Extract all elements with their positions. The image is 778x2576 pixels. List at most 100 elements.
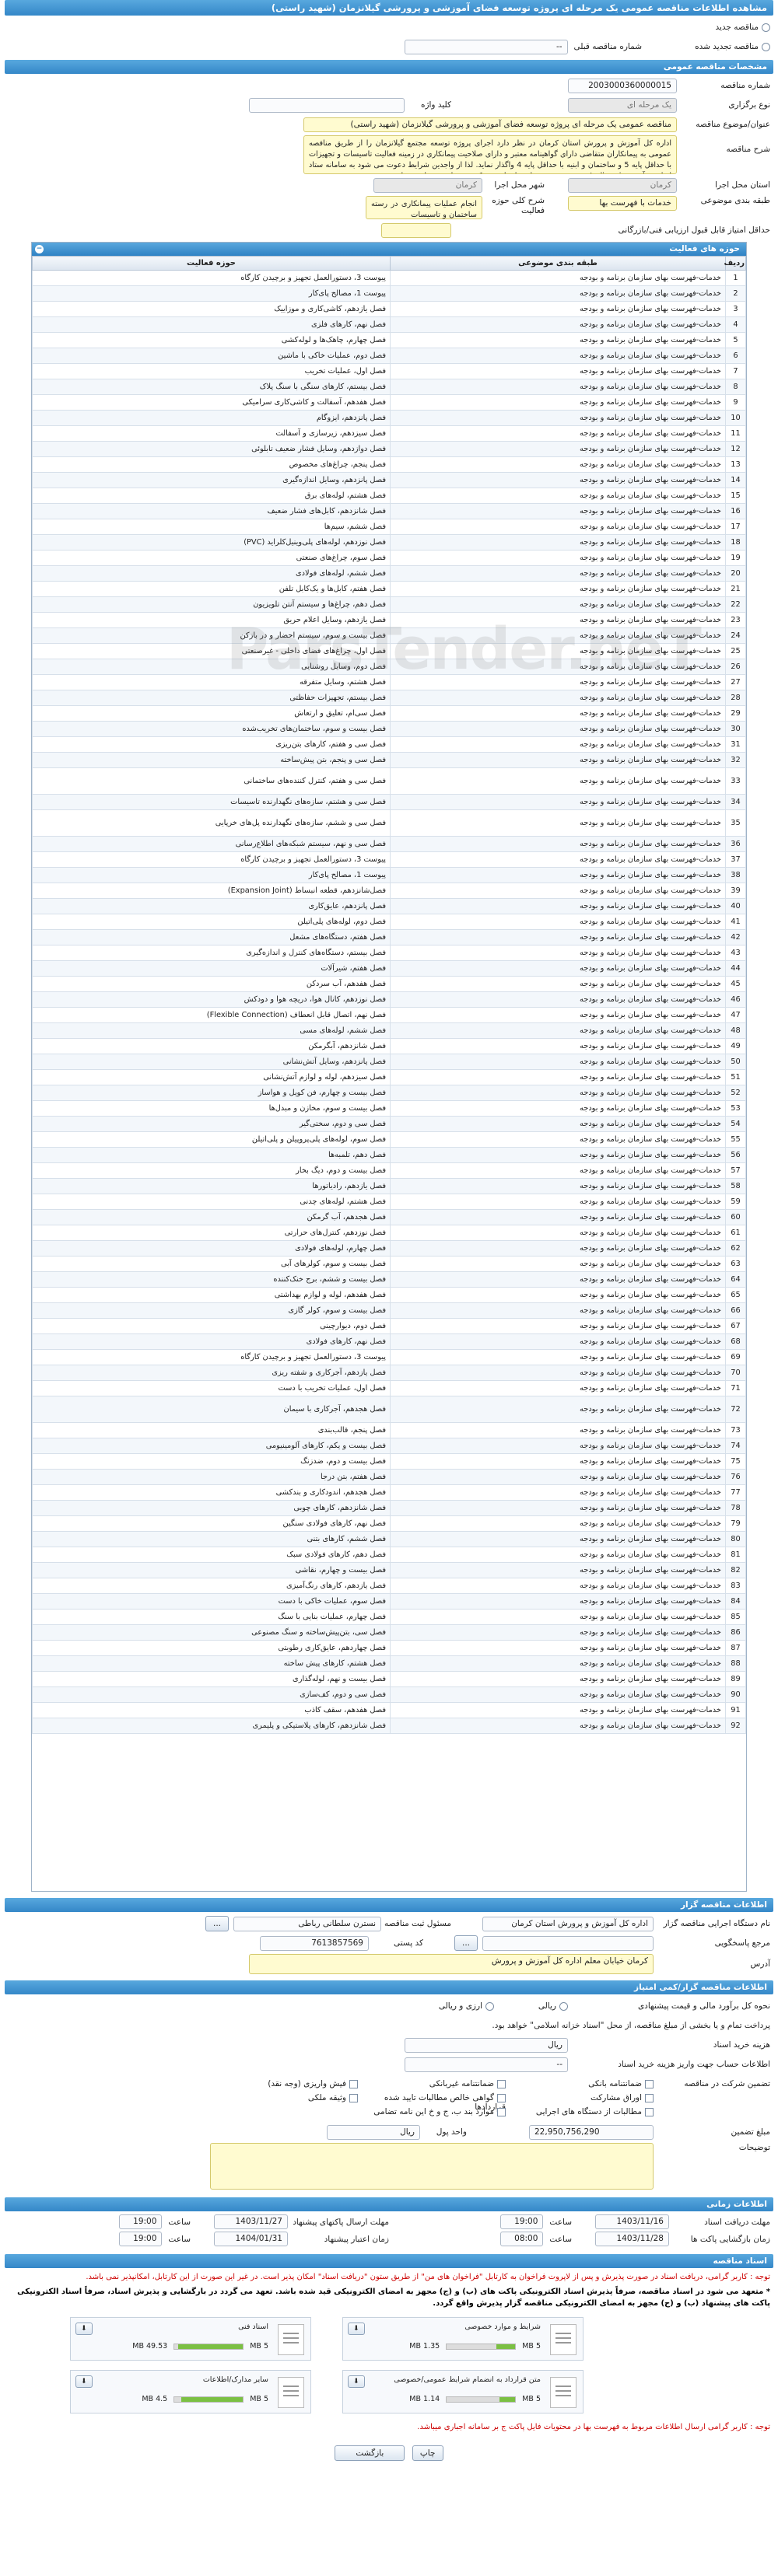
- table-row: 40 خدمات-فهرست بهای سازمان برنامه و بودجه…: [32, 898, 746, 914]
- pay-method-select[interactable]: --: [405, 2057, 568, 2072]
- row-number: 83: [725, 1578, 746, 1594]
- row-number: 3: [725, 301, 746, 317]
- row-number: 86: [725, 1624, 746, 1641]
- row-number: 40: [725, 898, 746, 914]
- guarantee-checkbox[interactable]: [645, 2093, 654, 2102]
- row-number: 41: [725, 914, 746, 930]
- row-class: خدمات-فهرست بهای سازمان برنامه و بودجه: [390, 1007, 726, 1023]
- document-icon: [550, 2324, 576, 2355]
- row-class: خدمات-فهرست بهای سازمان برنامه و بودجه: [390, 456, 726, 473]
- pay-note-row: پرداخت تمام و یا بخشی از مبلغ مناقصه، از…: [8, 2017, 770, 2034]
- radio-new[interactable]: [762, 23, 770, 32]
- file-used-size: 49.53 MB: [132, 2342, 168, 2351]
- row-class: خدمات-فهرست بهای سازمان برنامه و بودجه: [390, 1365, 726, 1381]
- print-button[interactable]: چاپ: [412, 2445, 443, 2461]
- row-number: 91: [725, 1702, 746, 1718]
- row-number: 23: [725, 612, 746, 628]
- row-scope: فصل هشتم، وسایل متفرقه: [32, 674, 391, 690]
- row-class: خدمات-فهرست بهای سازمان برنامه و بودجه: [390, 285, 726, 302]
- row-number: 57: [725, 1162, 746, 1179]
- city-label: شهر محل اجرا: [494, 180, 545, 190]
- row-number: 73: [725, 1422, 746, 1438]
- timing-row-1: مهلت دریافت اسناد 1403/11/16 ساعت 19:00 …: [8, 2214, 770, 2229]
- row-class: خدمات-فهرست بهای سازمان برنامه و بودجه: [390, 1702, 726, 1718]
- row-number: 68: [725, 1333, 746, 1350]
- row-scope: فصل نهم، کارهای فلزی: [32, 316, 391, 333]
- row-scope: فصل‌شانزدهم، قطعه انبساط (Expansion Join…: [32, 883, 391, 899]
- table-row: 37 خدمات-فهرست بهای سازمان برنامه و بودجه…: [32, 851, 746, 868]
- radio-renew-label: مناقصه تجدید شده: [695, 42, 759, 51]
- pub-date: 1403/11/16: [595, 2214, 669, 2229]
- currency-label: نحوه کل برآورد مالی و قیمت پیشنهادی: [637, 2001, 770, 2011]
- table-row: 76 خدمات-فهرست بهای سازمان برنامه و بودجه…: [32, 1469, 746, 1485]
- row-class: خدمات-فهرست بهای سازمان برنامه و بودجه: [390, 363, 726, 379]
- table-row: 62 خدمات-فهرست بهای سازمان برنامه و بودجه…: [32, 1240, 746, 1257]
- actions-bar: چاپ بازگشت: [0, 2445, 778, 2461]
- currency-rial-radio[interactable]: [559, 2001, 568, 2011]
- table-row: 47 خدمات-فهرست بهای سازمان برنامه و بودجه…: [32, 1007, 746, 1023]
- desc-label: شرح مناقصه: [726, 145, 770, 154]
- resp-lookup-button[interactable]: ...: [205, 1916, 229, 1931]
- row-class: خدمات-فهرست بهای سازمان برنامه و بودجه: [390, 1318, 726, 1334]
- document-icon: [278, 2324, 304, 2355]
- table-row: 83 خدمات-فهرست بهای سازمان برنامه و بودجه…: [32, 1578, 746, 1594]
- row-scope: فصل اول، چراغ‌های فضای داخلی - غیرصنعتی: [32, 643, 391, 659]
- collapse-icon[interactable]: −: [35, 245, 44, 253]
- file-max-size: 5 MB: [250, 2395, 268, 2403]
- row-class: خدمات-فهرست بهای سازمان برنامه و بودجه: [390, 1531, 726, 1547]
- download-icon[interactable]: ⬇: [348, 2323, 365, 2335]
- row-scope: پیوست 3، دستورالعمل تجهیز و برچیدن کارگا…: [32, 851, 391, 868]
- row-scope: فصل شانزدهم، کارهای پلاستیکی و پلیمری: [32, 1718, 391, 1734]
- row-scope: فصل دهم، تلمبه‌ها: [32, 1147, 391, 1163]
- ref-label: مرجع پاسخگویی: [714, 1938, 770, 1948]
- keyword-field[interactable]: [249, 97, 405, 113]
- row-number: 78: [725, 1500, 746, 1516]
- guarantee-checkbox[interactable]: [645, 2107, 654, 2116]
- pub-time-label: ساعت: [549, 2217, 572, 2227]
- guarantee-checkbox[interactable]: [497, 2093, 506, 2102]
- file-max-size: 5 MB: [522, 2395, 541, 2403]
- row-scope: فصل بیست و چهارم، نقاشی: [32, 1562, 391, 1578]
- province-select[interactable]: کرمان: [568, 177, 677, 193]
- guarantee-option: اوراق مشارکت: [506, 2093, 654, 2107]
- guarantee-checkbox[interactable]: [497, 2079, 506, 2088]
- type-select[interactable]: یک مرحله ای: [568, 97, 677, 113]
- row-number: 11: [725, 425, 746, 442]
- row-class: خدمات-فهرست بهای سازمان برنامه و بودجه: [390, 1578, 726, 1594]
- row-number: 27: [725, 674, 746, 690]
- guarantee-checkbox[interactable]: [349, 2093, 358, 2102]
- row-class: خدمات-فهرست بهای سازمان برنامه و بودجه: [390, 674, 726, 690]
- row-number: 34: [725, 794, 746, 810]
- row-scope: فصل یازدهم، کاشی‌کاری و موزاییک: [32, 301, 391, 317]
- row-class: خدمات-فهرست بهای سازمان برنامه و بودجه: [390, 851, 726, 868]
- guarantee-checkbox[interactable]: [497, 2107, 506, 2116]
- row-number: 50: [725, 1054, 746, 1070]
- row-class: خدمات-فهرست بهای سازمان برنامه و بودجه: [390, 991, 726, 1008]
- row-scope: فصل هفدهم، لوله و لوازم بهداشتی: [32, 1287, 391, 1303]
- row-number: 51: [725, 1069, 746, 1085]
- activities-title: حوزه های فعالیت −: [32, 243, 746, 256]
- row-scope: فصل سی و پنجم، بتن پیش‌ساخته: [32, 752, 391, 768]
- prev-number-select[interactable]: --: [404, 39, 568, 54]
- row-scope: فصل بیستم، دستگاه‌های کنترل و اندازه‌گیر…: [32, 945, 391, 961]
- radio-renew[interactable]: [762, 42, 770, 51]
- ref-lookup-button[interactable]: ...: [454, 1935, 478, 1951]
- row-scope: فصل بیست و ششم، برج خنک‌کننده: [32, 1271, 391, 1288]
- open-time: 08:00: [500, 2232, 544, 2246]
- back-button[interactable]: بازگشت: [335, 2445, 405, 2461]
- guarantee-checkbox[interactable]: [645, 2079, 654, 2088]
- download-icon[interactable]: ⬇: [348, 2375, 365, 2388]
- row-number: 1: [725, 270, 746, 286]
- table-row: 3 خدمات-فهرست بهای سازمان برنامه و بودجه ف…: [32, 301, 746, 317]
- table-row: 42 خدمات-فهرست بهای سازمان برنامه و بودجه…: [32, 929, 746, 945]
- table-row: 75 خدمات-فهرست بهای سازمان برنامه و بودجه…: [32, 1453, 746, 1470]
- download-icon[interactable]: ⬇: [75, 2375, 93, 2388]
- guarantee-checkbox[interactable]: [349, 2079, 358, 2088]
- currency-mixed-radio[interactable]: [485, 2001, 494, 2011]
- row-number: 17: [725, 519, 746, 535]
- row-class: خدمات-فهرست بهای سازمان برنامه و بودجه: [390, 898, 726, 914]
- files-grid: شرایط و موارد خصوصی 5 MB 1.35 MB ⬇ اسناد فنی…: [31, 2317, 584, 2413]
- row-class: خدمات-فهرست بهای سازمان برنامه و بودجه: [390, 596, 726, 613]
- download-icon[interactable]: ⬇: [75, 2323, 93, 2335]
- city-select[interactable]: کرمان: [373, 177, 482, 193]
